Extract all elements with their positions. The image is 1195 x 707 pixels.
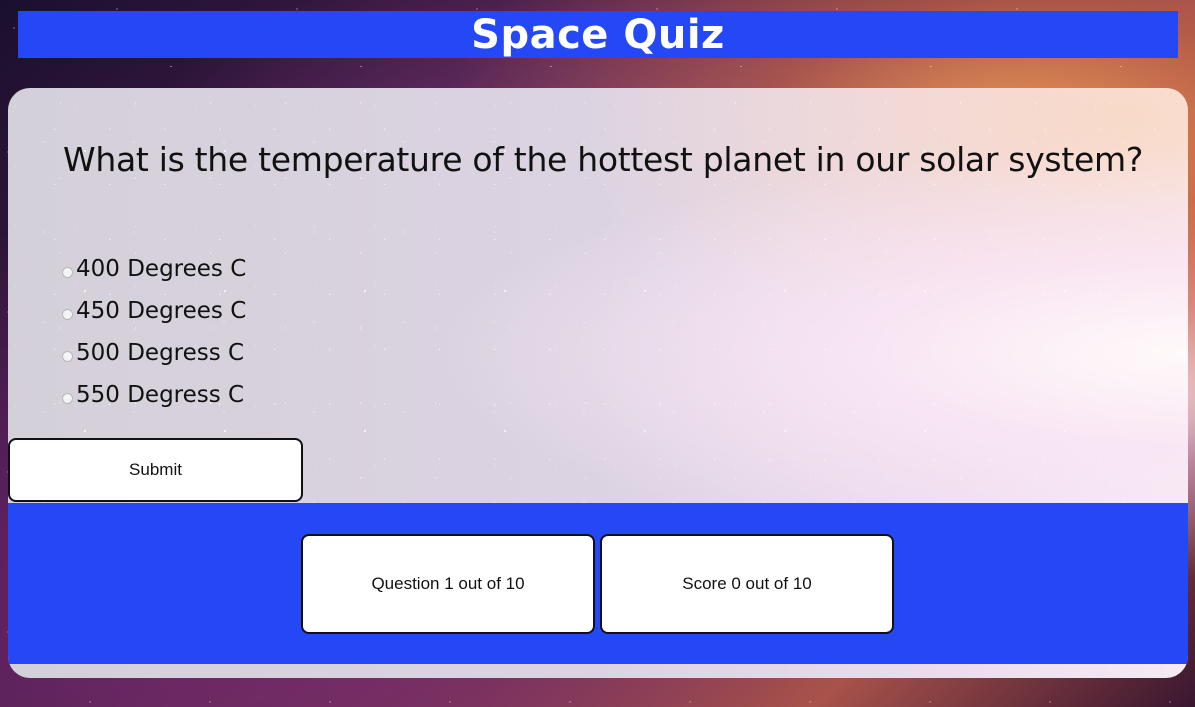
question-counter: Question 1 out of 10 (301, 534, 595, 634)
answer-option-label: 450 Degrees C (76, 298, 247, 324)
radio-icon[interactable] (62, 392, 73, 404)
answer-options: 400 Degrees C 450 Degrees C 500 Degress … (62, 248, 246, 416)
radio-icon[interactable] (62, 350, 73, 362)
score-display: Score 0 out of 10 (600, 534, 894, 634)
answer-option-4[interactable]: 550 Degress C (62, 374, 246, 416)
radio-icon[interactable] (62, 266, 73, 278)
question-text: What is the temperature of the hottest p… (63, 140, 1144, 179)
answer-option-2[interactable]: 450 Degrees C (62, 290, 246, 332)
answer-option-label: 500 Degress C (76, 340, 245, 366)
submit-button[interactable]: Submit (8, 438, 303, 502)
answer-option-1[interactable]: 400 Degrees C (62, 248, 246, 290)
radio-icon[interactable] (62, 308, 73, 320)
answer-option-label: 550 Degress C (76, 382, 245, 408)
title-bar: Space Quiz (18, 11, 1178, 58)
status-bar: Question 1 out of 10 Score 0 out of 10 (8, 503, 1188, 664)
answer-option-3[interactable]: 500 Degress C (62, 332, 246, 374)
page-title: Space Quiz (471, 11, 725, 58)
quiz-card: What is the temperature of the hottest p… (8, 88, 1188, 678)
answer-option-label: 400 Degrees C (76, 256, 247, 282)
